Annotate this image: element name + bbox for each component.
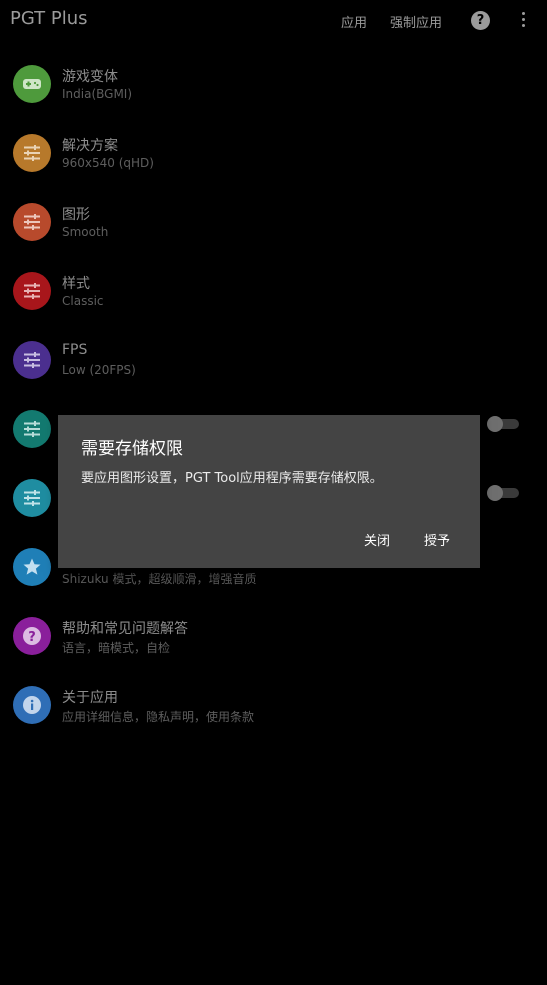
- grant-button[interactable]: 授予: [424, 530, 450, 549]
- dialog-message: 要应用图形设置，PGT Tool应用程序需要存储权限。: [81, 471, 383, 486]
- permission-dialog: 需要存储权限 要应用图形设置，PGT Tool应用程序需要存储权限。 关闭 授予: [58, 415, 480, 568]
- dialog-title: 需要存储权限: [81, 439, 183, 459]
- close-button[interactable]: 关闭: [364, 530, 390, 549]
